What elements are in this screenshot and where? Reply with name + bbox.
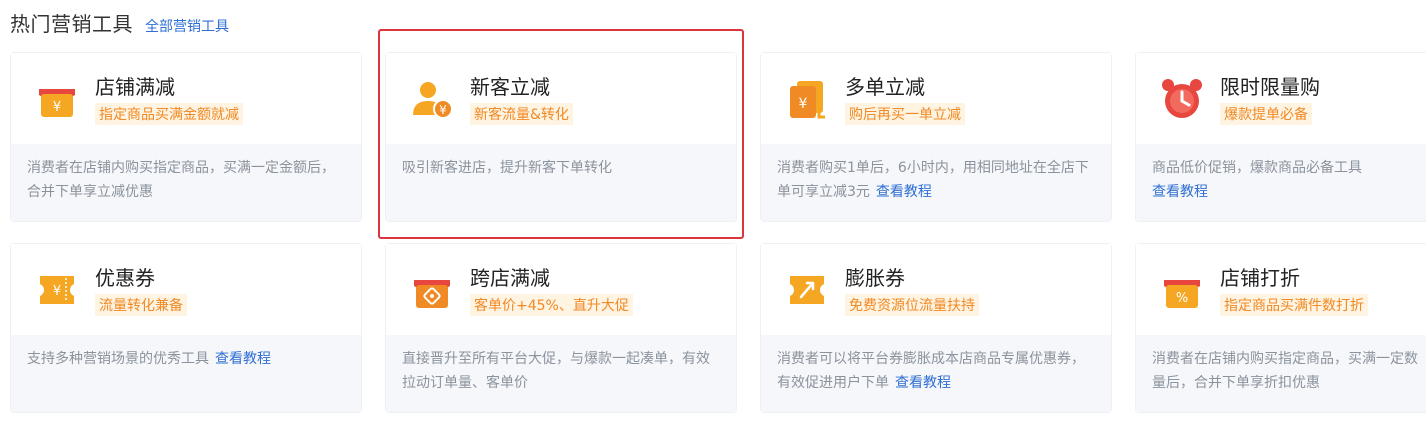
svg-text:¥: ¥ [439,103,447,117]
card-description: 商品低价促销，爆款商品必备工具 查看教程 [1136,144,1426,221]
svg-text:¥: ¥ [799,96,808,112]
tool-card-cross-shop[interactable]: 跨店满减 客单价+45%、直升大促 直接晋升至所有平台大促，与爆款一起凑单，有效… [385,243,737,413]
new-customer-icon: ¥ [413,82,453,119]
card-name: 优惠券 [95,266,155,290]
card-top: % 店铺打折 指定商品买满件数打折 [1136,244,1426,335]
expansion-coupon-icon [790,276,824,304]
card-desc-text: 吸引新客进店，提升新客下单转化 [402,160,612,176]
card-top: 膨胀券 免费资源位流量扶持 [761,244,1111,335]
card-name: 跨店满减 [470,266,550,290]
card-name: 膨胀券 [845,266,905,290]
alarm-clock-icon [1162,79,1202,118]
card-subtitle: 客单价+45%、直升大促 [470,294,633,316]
card-top: ¥ 新客立减 新客流量&转化 [386,53,736,144]
card-top: ¥ 店铺满减 指定商品买满金额就减 [11,53,361,144]
tool-card-shop-full-reduction[interactable]: ¥ 店铺满减 指定商品买满金额就减 消费者在店铺内购买指定商品，买满一定金额后，… [10,52,362,222]
card-desc-text: 支持多种营销场景的优秀工具 [27,351,209,367]
card-desc-text: 商品低价促销，爆款商品必备工具 [1152,160,1362,176]
card-top: 限时限量购 爆款提单必备 [1136,53,1426,144]
card-top: ¥ 多单立减 购后再买一单立减 [761,53,1111,144]
card-subtitle: 购后再买一单立减 [845,103,965,125]
shop-discount-icon: % [1164,280,1200,308]
card-desc-text: 消费者购买1单后，6小时内，用相同地址在全店下单可享立减3元 [777,160,1089,200]
card-name: 店铺满减 [95,75,175,99]
tool-card-multi-order[interactable]: ¥ 多单立减 购后再买一单立减 消费者购买1单后，6小时内，用相同地址在全店下单… [760,52,1112,222]
card-subtitle: 指定商品买满金额就减 [95,103,243,125]
tutorial-link[interactable]: 查看教程 [895,375,951,391]
card-subtitle: 流量转化兼备 [95,294,187,316]
tutorial-link[interactable]: 查看教程 [215,351,271,367]
card-name: 多单立减 [845,75,925,99]
multi-order-icon: ¥ [790,81,825,119]
card-name: 限时限量购 [1220,75,1320,99]
svg-text:%: % [1176,291,1188,306]
card-description: 消费者在店铺内购买指定商品，买满一定数量后，合并下单享折扣优惠 [1136,335,1426,412]
card-description: 支持多种营销场景的优秀工具 查看教程 [11,335,361,412]
card-top: 跨店满减 客单价+45%、直升大促 [386,244,736,335]
card-desc-text: 直接晋升至所有平台大促，与爆款一起凑单，有效拉动订单量、客单价 [402,351,710,391]
shop-yen-icon: ¥ [39,89,75,117]
tool-card-new-customer[interactable]: ¥ 新客立减 新客流量&转化 吸引新客进店，提升新客下单转化 [385,52,737,222]
svg-text:¥: ¥ [53,100,61,115]
card-name: 新客立减 [470,75,550,99]
card-subtitle: 免费资源位流量扶持 [845,294,979,316]
tool-card-expansion-coupon[interactable]: 膨胀券 免费资源位流量扶持 消费者可以将平台券膨胀成本店商品专属优惠券，有效促进… [760,243,1112,413]
card-subtitle: 爆款提单必备 [1220,103,1312,125]
card-description: 吸引新客进店，提升新客下单转化 [386,144,736,221]
coupon-icon: ¥ [40,276,74,304]
card-description: 直接晋升至所有平台大促，与爆款一起凑单，有效拉动订单量、客单价 [386,335,736,412]
card-description: 消费者可以将平台券膨胀成本店商品专属优惠券，有效促进用户下单 查看教程 [761,335,1111,412]
card-desc-text: 消费者在店铺内购买指定商品，买满一定金额后，合并下单享立减优惠 [27,160,335,200]
card-description: 消费者购买1单后，6小时内，用相同地址在全店下单可享立减3元 查看教程 [761,144,1111,221]
card-desc-text: 消费者在店铺内购买指定商品，买满一定数量后，合并下单享折扣优惠 [1152,351,1418,391]
svg-text:¥: ¥ [53,284,61,299]
tool-grid: ¥ 店铺满减 指定商品买满金额就减 消费者在店铺内购买指定商品，买满一定金额后，… [0,0,1426,431]
card-subtitle: 新客流量&转化 [470,103,573,125]
tutorial-link[interactable]: 查看教程 [1152,184,1208,200]
card-description: 消费者在店铺内购买指定商品，买满一定金额后，合并下单享立减优惠 [11,144,361,221]
card-top: ¥ 优惠券 流量转化兼备 [11,244,361,335]
tool-card-coupon[interactable]: ¥ 优惠券 流量转化兼备 支持多种营销场景的优秀工具 查看教程 [10,243,362,413]
tool-card-flash-sale[interactable]: 限时限量购 爆款提单必备 商品低价促销，爆款商品必备工具 查看教程 [1135,52,1426,222]
card-name: 店铺打折 [1220,266,1300,290]
cross-shop-icon [414,280,450,308]
card-subtitle: 指定商品买满件数打折 [1220,294,1368,316]
tutorial-link[interactable]: 查看教程 [876,184,932,200]
tool-card-shop-discount[interactable]: % 店铺打折 指定商品买满件数打折 消费者在店铺内购买指定商品，买满一定数量后，… [1135,243,1426,413]
